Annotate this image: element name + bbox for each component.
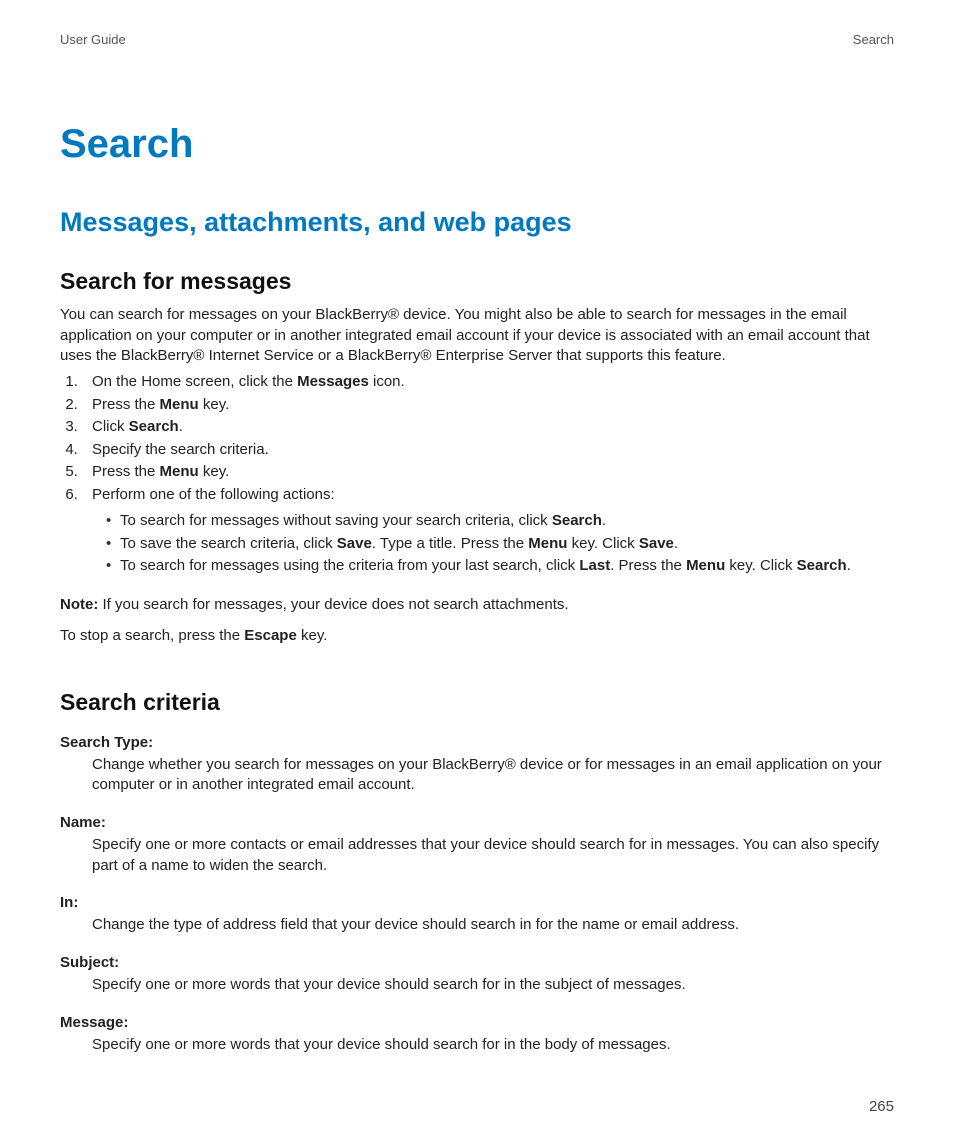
step-3: Click Search. <box>82 416 894 439</box>
substep-2: To save the search criteria, click Save.… <box>110 533 894 556</box>
criteria-subject: Subject: Specify one or more words that … <box>60 954 894 996</box>
criteria-search-type: Search Type: Change whether you search f… <box>60 734 894 796</box>
step-6-sublist: To search for messages without saving yo… <box>92 510 894 578</box>
document-page: User Guide Search Search Messages, attac… <box>0 0 954 1145</box>
criteria-name: Name: Specify one or more contacts or em… <box>60 814 894 876</box>
page-number: 265 <box>869 1098 894 1115</box>
criteria-desc: Change whether you search for messages o… <box>92 755 894 796</box>
criteria-desc: Specify one or more words that your devi… <box>92 975 894 996</box>
step-6: Perform one of the following actions: To… <box>82 484 894 578</box>
criteria-desc: Change the type of address field that yo… <box>92 915 894 936</box>
header-right: Search <box>853 32 894 47</box>
step-5: Press the Menu key. <box>82 461 894 484</box>
step-2: Press the Menu key. <box>82 394 894 417</box>
criteria-label: Name: <box>60 814 894 831</box>
page-title: Search <box>60 122 894 167</box>
stop-line: To stop a search, press the Escape key. <box>60 627 894 644</box>
note-line: Note: If you search for messages, your d… <box>60 596 894 613</box>
step-4: Specify the search criteria. <box>82 439 894 462</box>
criteria-desc: Specify one or more contacts or email ad… <box>92 835 894 876</box>
criteria-label: In: <box>60 894 894 911</box>
step-1: On the Home screen, click the Messages i… <box>82 371 894 394</box>
subsection-search-for-messages: Search for messages <box>60 268 894 295</box>
criteria-label: Message: <box>60 1014 894 1031</box>
steps-list: On the Home screen, click the Messages i… <box>60 371 894 578</box>
intro-paragraph: You can search for messages on your Blac… <box>60 305 894 367</box>
substep-3: To search for messages using the criteri… <box>110 555 894 578</box>
criteria-desc: Specify one or more words that your devi… <box>92 1035 894 1056</box>
header-left: User Guide <box>60 32 126 47</box>
section-heading: Messages, attachments, and web pages <box>60 207 894 238</box>
criteria-label: Subject: <box>60 954 894 971</box>
criteria-message: Message: Specify one or more words that … <box>60 1014 894 1056</box>
subsection-search-criteria: Search criteria <box>60 689 894 716</box>
substep-1: To search for messages without saving yo… <box>110 510 894 533</box>
criteria-label: Search Type: <box>60 734 894 751</box>
page-header: User Guide Search <box>60 32 894 47</box>
criteria-in: In: Change the type of address field tha… <box>60 894 894 936</box>
